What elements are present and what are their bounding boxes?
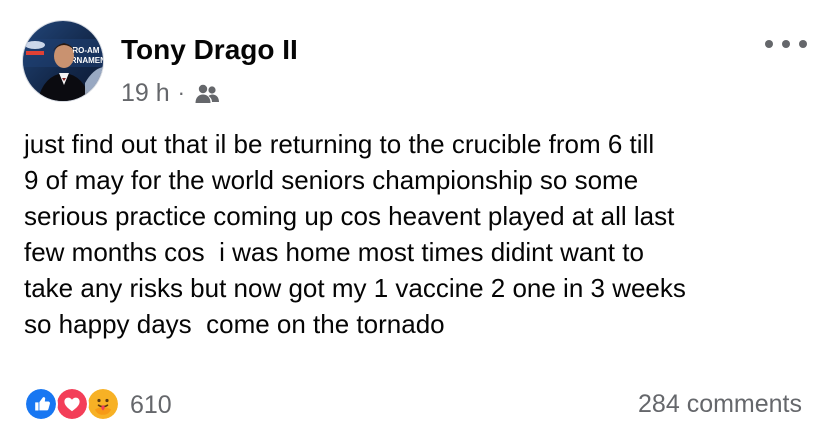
more-icon <box>765 40 773 48</box>
more-icon-dot <box>799 40 807 48</box>
more-options-button[interactable] <box>765 34 807 54</box>
post-time[interactable]: 19 h <box>121 78 170 108</box>
comments-count-link[interactable]: 284 comments <box>638 389 802 419</box>
reaction-icons <box>24 387 120 423</box>
reaction-count: 610 <box>130 391 172 419</box>
friends-icon[interactable] <box>193 82 221 104</box>
post-meta: 19 h · <box>121 76 221 110</box>
author-name[interactable]: Tony Drago II <box>121 32 298 68</box>
avatar-photo: PRO-AM URNAMEN <box>23 21 103 101</box>
reactions-summary[interactable]: 610 <box>24 387 172 423</box>
meta-separator: · <box>177 80 185 105</box>
author-avatar[interactable]: PRO-AM URNAMEN <box>22 20 104 102</box>
like-icon <box>24 387 58 421</box>
facebook-post: PRO-AM URNAMEN Tony Drago II 19 h · just <box>0 0 828 443</box>
more-icon-dot <box>782 40 790 48</box>
post-text: just find out that il be returning to th… <box>24 129 686 339</box>
love-icon <box>55 387 89 421</box>
care-icon <box>86 387 120 421</box>
